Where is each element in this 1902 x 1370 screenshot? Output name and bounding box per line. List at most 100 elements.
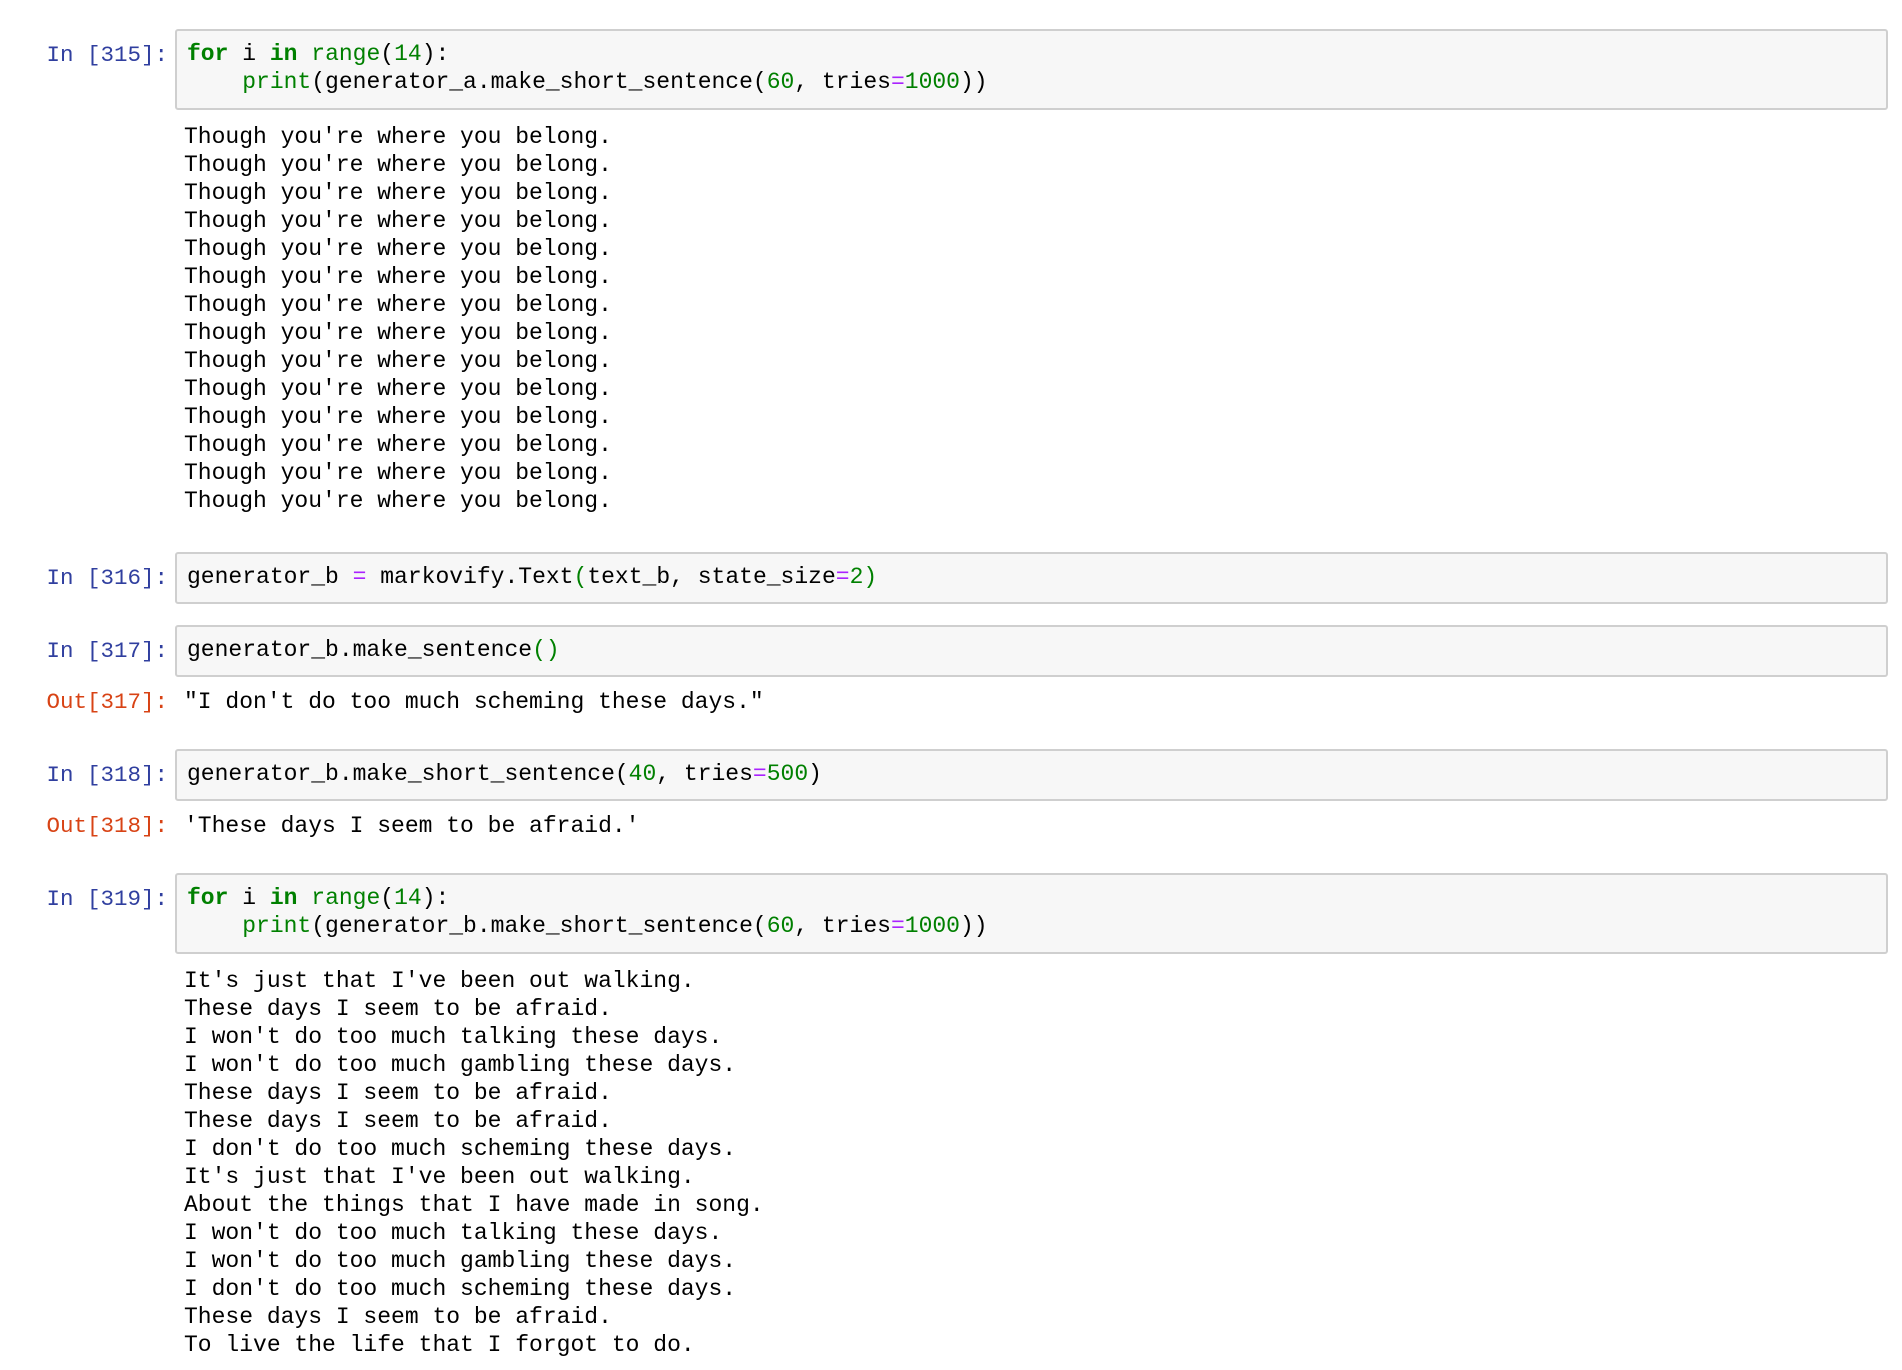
code-token: (): [532, 637, 560, 663]
output-prompt: Out[318]:: [46, 813, 168, 839]
code-line: for i in range(14):: [187, 40, 1886, 68]
code-token: ):: [421, 41, 450, 67]
code-token: (generator_b.make_short_sentence(: [311, 913, 767, 939]
code-token: generator_b.make_short_sentence(: [187, 761, 629, 787]
code-token: , tries: [656, 761, 753, 787]
code-token: for: [187, 41, 229, 67]
stdout-line: Though you're where you belong.: [184, 432, 612, 458]
stdout-line: Though you're where you belong.: [184, 264, 612, 290]
stdout-line: These days I seem to be afraid.: [184, 1108, 612, 1134]
code-token: print: [242, 69, 312, 95]
code-token: i: [228, 885, 270, 911]
code-token: in: [269, 41, 298, 67]
stdout-line: These days I seem to be afraid.: [184, 1080, 612, 1106]
input-prompt: In [319]:: [46, 886, 168, 912]
code-token: 60: [766, 69, 795, 95]
code-token: text_b, state_size: [587, 564, 836, 590]
code-token: (: [380, 41, 395, 67]
code-line: generator_b.make_short_sentence(40, trie…: [187, 760, 1886, 788]
code-token: generator_b.make_sentence: [187, 637, 533, 663]
code-token: 14: [394, 41, 422, 67]
code-token: =: [890, 913, 905, 939]
code-token: 60: [766, 913, 795, 939]
code-input[interactable]: for i in range(14): print(generator_a.ma…: [175, 29, 1888, 110]
code-token: i: [228, 41, 270, 67]
code-input[interactable]: for i in range(14): print(generator_b.ma…: [175, 873, 1888, 954]
stdout-line: Though you're where you belong.: [184, 376, 612, 402]
code-token: range: [311, 885, 381, 911]
code-token: (: [573, 564, 588, 590]
code-token: 40: [628, 761, 657, 787]
stdout-line: Though you're where you belong.: [184, 152, 612, 178]
stdout-line: Though you're where you belong.: [184, 236, 612, 262]
code-token: =: [835, 564, 850, 590]
stdout-line: I won't do too much gambling these days.: [184, 1248, 737, 1274]
code-line: print(generator_a.make_short_sentence(60…: [187, 68, 1886, 96]
code-token: 2: [849, 564, 864, 590]
code-token: , tries: [794, 69, 891, 95]
code-input[interactable]: generator_b.make_short_sentence(40, trie…: [175, 749, 1888, 801]
code-token: 500: [766, 761, 809, 787]
code-token: =: [890, 69, 905, 95]
code-token: (: [380, 885, 395, 911]
stdout-line: Though you're where you belong.: [184, 292, 612, 318]
stdout-line: These days I seem to be afraid.: [184, 996, 612, 1022]
result-text: 'These days I seem to be afraid.': [184, 813, 640, 839]
code-line: for i in range(14):: [187, 884, 1886, 912]
stdout-line: I don't do too much scheming these days.: [184, 1136, 737, 1162]
stdout-line: I won't do too much talking these days.: [184, 1024, 723, 1050]
code-token: markovify.Text: [366, 564, 574, 590]
stdout-line: About the things that I have made in son…: [184, 1192, 764, 1218]
code-line: generator_b = markovify.Text(text_b, sta…: [187, 563, 1886, 591]
code-token: ): [863, 564, 878, 590]
code-input[interactable]: generator_b = markovify.Text(text_b, sta…: [175, 552, 1888, 604]
stdout-line: Though you're where you belong.: [184, 348, 612, 374]
code-token: =: [752, 761, 767, 787]
stdout-line: Though you're where you belong.: [184, 208, 612, 234]
stdout-line: Though you're where you belong.: [184, 320, 612, 346]
code-token: 1000: [904, 913, 960, 939]
code-token: generator_b: [187, 564, 353, 590]
execute-result: 'These days I seem to be afraid.': [184, 812, 639, 840]
stdout-line: These days I seem to be afraid.: [184, 1304, 612, 1330]
code-token: in: [269, 885, 298, 911]
output-prompt: Out[317]:: [46, 689, 168, 715]
code-token: print: [242, 913, 312, 939]
code-line: generator_b.make_sentence(): [187, 636, 1886, 664]
stdout-line: It's just that I've been out walking.: [184, 968, 695, 994]
code-token: 1000: [904, 69, 960, 95]
code-token: =: [352, 564, 367, 590]
stdout-line: I won't do too much talking these days.: [184, 1220, 723, 1246]
stdout-line: Though you're where you belong.: [184, 124, 612, 150]
stdout-line: Though you're where you belong.: [184, 460, 612, 486]
stdout-line: I won't do too much gambling these days.: [184, 1052, 737, 1078]
stdout-output: Though you're where you belong. Though yo…: [184, 123, 612, 515]
input-prompt: In [316]:: [46, 565, 168, 591]
code-line: print(generator_b.make_short_sentence(60…: [187, 912, 1886, 940]
code-input[interactable]: generator_b.make_sentence(): [175, 625, 1888, 677]
stdout-line: To live the life that I forgot to do.: [184, 1332, 695, 1358]
input-prompt: In [317]:: [46, 638, 168, 664]
result-text: "I don't do too much scheming these days…: [184, 689, 764, 715]
code-token: )): [959, 913, 988, 939]
stdout-line: Though you're where you belong.: [184, 488, 612, 514]
code-token: ): [808, 761, 822, 787]
code-token: range: [311, 41, 381, 67]
execute-result: "I don't do too much scheming these days…: [184, 688, 764, 716]
code-token: )): [959, 69, 988, 95]
input-prompt: In [318]:: [46, 762, 168, 788]
code-token: for: [187, 885, 229, 911]
stdout-line: Though you're where you belong.: [184, 180, 612, 206]
code-token: (generator_a.make_short_sentence(: [311, 69, 767, 95]
stdout-line: It's just that I've been out walking.: [184, 1164, 695, 1190]
stdout-output: It's just that I've been out walking. The…: [184, 967, 764, 1359]
stdout-line: I don't do too much scheming these days.: [184, 1276, 737, 1302]
input-prompt: In [315]:: [46, 42, 168, 68]
code-token: ):: [421, 885, 450, 911]
stdout-line: Though you're where you belong.: [184, 404, 612, 430]
code-token: 14: [394, 885, 422, 911]
